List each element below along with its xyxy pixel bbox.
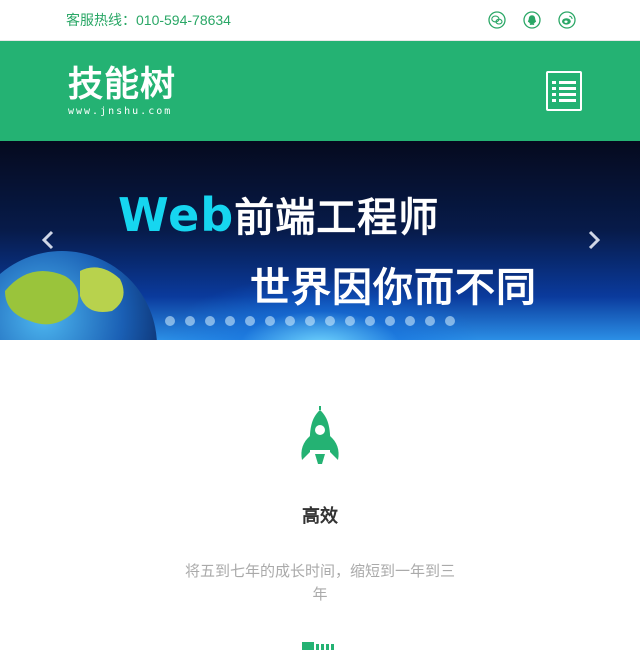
banner-headline-accent: Web [118, 188, 235, 242]
social-links [488, 11, 576, 29]
menu-button[interactable] [546, 71, 582, 111]
hero-carousel[interactable]: Web前端工程师 世界因你而不同 [0, 141, 640, 340]
feature-efficient: 高效 将五到七年的成长时间，缩短到一年到三年 [0, 340, 640, 650]
next-feature-icon [302, 642, 334, 650]
banner-headline-rest: 前端工程师 [234, 195, 440, 241]
weibo-icon[interactable] [558, 11, 576, 29]
chevron-right-icon[interactable] [584, 229, 604, 251]
chevron-left-icon[interactable] [38, 229, 58, 251]
feature-title: 高效 [302, 506, 338, 527]
feature-description: 将五到七年的成长时间，缩短到一年到三年 [184, 562, 455, 603]
hamburger-menu-icon [552, 81, 576, 102]
wechat-icon[interactable] [488, 11, 506, 29]
logo-text: 技能树 [68, 64, 177, 105]
logo[interactable]: 技能树 www.jnshu.com [68, 66, 176, 117]
qq-icon[interactable] [523, 11, 541, 29]
logo-url: www.jnshu.com [68, 105, 173, 117]
service-hotline: 客服热线：010-594-78634 [66, 12, 231, 28]
rocket-icon [301, 406, 339, 464]
banner-slogan: 世界因你而不同 [250, 265, 537, 311]
banner-headline: Web前端工程师 [118, 185, 439, 243]
site-header: 技能树 www.jnshu.com [0, 41, 640, 141]
top-bar: 客服热线：010-594-78634 [0, 0, 640, 41]
